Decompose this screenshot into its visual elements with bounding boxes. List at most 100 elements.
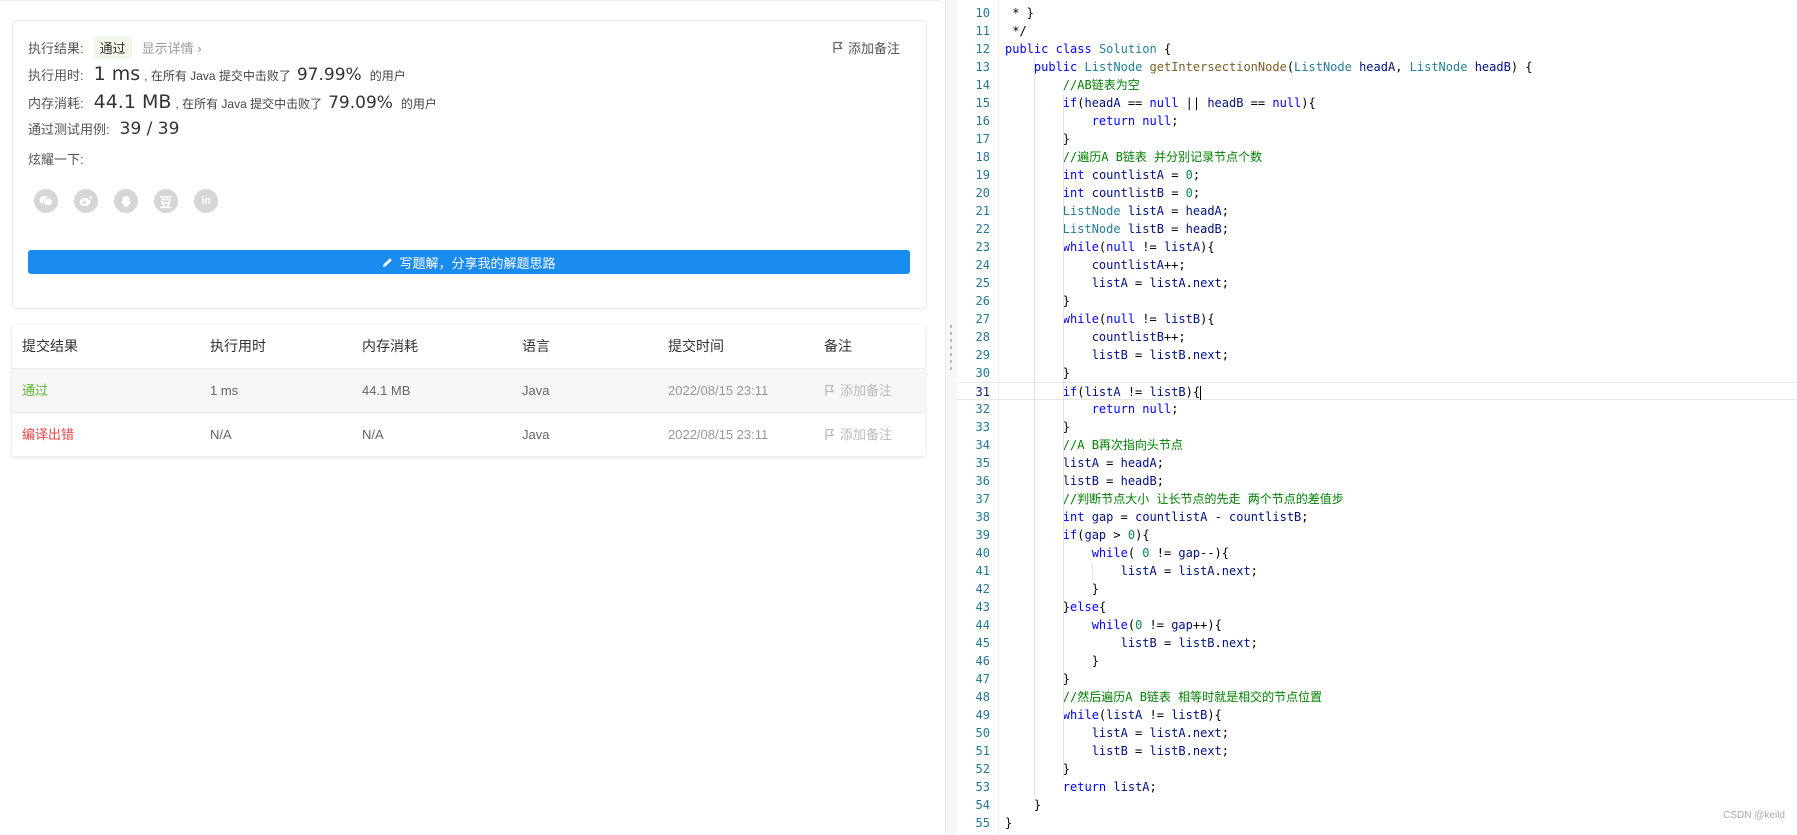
code-line[interactable]: 37 //判断节点大小 让长节点的先走 两个节点的差值步 xyxy=(958,490,1797,508)
code-text: } xyxy=(1005,294,1071,308)
code-text: } xyxy=(1005,816,1013,830)
row-memory: N/A xyxy=(362,427,384,442)
code-line[interactable]: 12 public class Solution { xyxy=(958,40,1797,58)
code-line[interactable]: 39 if(gap > 0){ xyxy=(958,526,1797,544)
code-text: */ xyxy=(1005,24,1027,38)
code-line[interactable]: 44 while(0 != gap++){ xyxy=(958,616,1797,634)
code-line[interactable]: 43 }else{ xyxy=(958,598,1797,616)
code-line[interactable]: 42 } xyxy=(958,580,1797,598)
panel-splitter[interactable] xyxy=(945,0,959,835)
line-number: 10 xyxy=(975,6,990,20)
add-note-button[interactable]: 添加备注 xyxy=(832,38,900,57)
code-line[interactable]: 32 return null; xyxy=(958,400,1797,418)
code-text: } xyxy=(1005,672,1071,686)
code-text: listB = listB.next; xyxy=(1091,744,1230,758)
table-row[interactable]: 编译出错 N/A N/A Java 2022/08/15 23:11 添加备注 xyxy=(12,413,925,456)
code-line[interactable]: 33 } xyxy=(958,418,1797,436)
wechat-icon[interactable] xyxy=(34,189,58,213)
code-line[interactable]: 40 while( 0 != gap--){ xyxy=(958,544,1797,562)
code-line[interactable]: 45 listB = listB.next; xyxy=(958,634,1797,652)
table-header: 提交结果 执行用时 内存消耗 语言 提交时间 备注 xyxy=(12,325,925,369)
douban-icon[interactable]: 豆 xyxy=(154,189,178,213)
header-language: 语言 xyxy=(522,338,550,354)
line-number: 44 xyxy=(975,618,990,632)
row-language: Java xyxy=(522,383,550,398)
linkedin-icon[interactable]: in xyxy=(194,189,218,213)
row-add-note-button[interactable]: 添加备注 xyxy=(824,369,892,412)
memory-row: 内存消耗: 44.1 MB , 在所有 Java 提交中击败了 79.09% 的… xyxy=(28,91,437,113)
code-line[interactable]: 49 while(listA != listB){ xyxy=(958,706,1797,724)
code-text: listB = headB; xyxy=(1062,474,1164,488)
code-line[interactable]: 47 } xyxy=(958,670,1797,688)
flag-icon xyxy=(825,384,835,396)
code-text: if(headA == null || headB == null){ xyxy=(1062,96,1316,110)
memory-percent: 79.09% xyxy=(328,93,393,113)
tests-label: 通过测试用例: xyxy=(28,122,110,137)
code-line[interactable]: 51 listB = listB.next; xyxy=(958,742,1797,760)
write-solution-button[interactable]: 写题解，分享我的解题思路 xyxy=(28,250,910,274)
code-text: public ListNode getIntersectionNode(List… xyxy=(1033,60,1533,74)
row-status[interactable]: 编译出错 xyxy=(22,413,74,456)
row-runtime: 1 ms xyxy=(210,383,239,398)
code-line[interactable]: 30 } xyxy=(958,364,1797,382)
code-line[interactable]: 36 listB = headB; xyxy=(958,472,1797,490)
code-line[interactable]: 18 //遍历A B链表 并分别记录节点个数 xyxy=(958,148,1797,166)
code-line[interactable]: 35 listA = headA; xyxy=(958,454,1797,472)
row-time: 2022/08/15 23:11 xyxy=(668,383,769,398)
runtime-label: 执行用时: xyxy=(28,68,84,83)
runtime-suffix: 的用户 xyxy=(369,69,406,83)
code-line[interactable]: 34 //A B再次指向头节点 xyxy=(958,436,1797,454)
tests-row: 通过测试用例: 39 / 39 xyxy=(28,119,179,139)
code-line[interactable]: 31 if(listA != listB){ xyxy=(958,382,1797,400)
line-number: 40 xyxy=(975,546,990,560)
weibo-icon[interactable] xyxy=(74,189,98,213)
code-line[interactable]: 16 return null; xyxy=(958,112,1797,130)
row-status[interactable]: 通过 xyxy=(22,369,48,412)
code-line[interactable]: 41 listA = listA.next; xyxy=(958,562,1797,580)
code-line[interactable]: 48 //然后遍历A B链表 相等时就是相交的节点位置 xyxy=(958,688,1797,706)
code-line[interactable]: 50 listA = listA.next; xyxy=(958,724,1797,742)
code-line[interactable]: 46 } xyxy=(958,652,1797,670)
code-line[interactable]: 20 int countlistB = 0; xyxy=(958,184,1797,202)
code-line[interactable]: 22 ListNode listB = headB; xyxy=(958,220,1797,238)
code-line[interactable]: 54 } xyxy=(958,796,1797,814)
code-line[interactable]: 55} xyxy=(958,814,1797,832)
code-text: }else{ xyxy=(1005,600,1107,614)
code-line[interactable]: 15 if(headA == null || headB == null){ xyxy=(958,94,1797,112)
code-text: } xyxy=(1005,582,1099,596)
code-text: } xyxy=(1005,654,1099,668)
code-line[interactable]: 14 //AB链表为空 xyxy=(958,76,1797,94)
code-editor[interactable]: CSDN @keild 10 * } 11 */12 public class So… xyxy=(958,0,1797,835)
code-line[interactable]: 13 public ListNode getIntersectionNode(L… xyxy=(958,58,1797,76)
code-line[interactable]: 23 while(null != listA){ xyxy=(958,238,1797,256)
code-line[interactable]: 25 listA = listA.next; xyxy=(958,274,1797,292)
code-text: } xyxy=(1005,762,1071,776)
show-details-link[interactable]: 显示详情 › xyxy=(142,38,202,57)
code-line[interactable]: 27 while(null != listB){ xyxy=(958,310,1797,328)
code-line[interactable]: 29 listB = listB.next; xyxy=(958,346,1797,364)
code-text: listA = listA.next; xyxy=(1091,276,1230,290)
header-runtime: 执行用时 xyxy=(210,338,266,354)
code-line[interactable]: 24 countlistA++; xyxy=(958,256,1797,274)
code-line[interactable]: 26 } xyxy=(958,292,1797,310)
splitter-grip[interactable] xyxy=(950,325,952,371)
code-text: countlistB++; xyxy=(1091,330,1186,344)
code-text: } xyxy=(1005,420,1071,434)
row-add-note-button[interactable]: 添加备注 xyxy=(824,413,892,456)
line-number: 26 xyxy=(975,294,990,308)
code-line[interactable]: 52 } xyxy=(958,760,1797,778)
code-line[interactable]: 21 ListNode listA = headA; xyxy=(958,202,1797,220)
code-line[interactable]: 19 int countlistA = 0; xyxy=(958,166,1797,184)
memory-label: 内存消耗: xyxy=(28,96,84,111)
table-row[interactable]: 通过 1 ms 44.1 MB Java 2022/08/15 23:11 添加… xyxy=(12,369,925,413)
code-line[interactable]: 11 */ xyxy=(958,22,1797,40)
code-line[interactable]: 28 countlistB++; xyxy=(958,328,1797,346)
code-line[interactable]: 17 } xyxy=(958,130,1797,148)
code-text: ListNode listB = headB; xyxy=(1062,222,1229,236)
code-text: while(listA != listB){ xyxy=(1062,708,1222,722)
code-line[interactable]: 38 int gap = countlistA - countlistB; xyxy=(958,508,1797,526)
row-memory: 44.1 MB xyxy=(362,383,411,398)
code-line[interactable]: 10 * } xyxy=(958,4,1797,22)
qq-icon[interactable] xyxy=(114,189,138,213)
code-line[interactable]: 53 return listA; xyxy=(958,778,1797,796)
